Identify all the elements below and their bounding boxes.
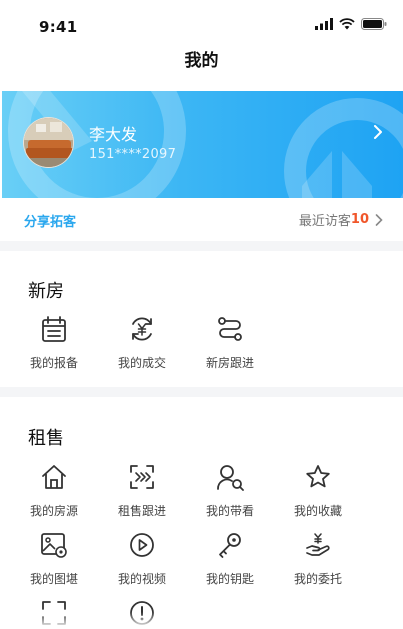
status-icons [315, 18, 387, 30]
grid-item-my-listings[interactable]: 我的房源 [10, 460, 98, 519]
chevron-right-icon[interactable] [373, 125, 383, 139]
wifi-icon [339, 18, 355, 30]
house-icon [42, 465, 66, 489]
share-row: 分享拓客 最近访客 10 [0, 198, 403, 240]
scan-forward-icon [130, 465, 154, 489]
grid-item-label: 我的带看 [205, 504, 254, 518]
signal-icon [315, 18, 333, 30]
grid-item-my-deals[interactable]: 我的成交 [98, 312, 186, 371]
chevron-right-icon [375, 213, 383, 226]
grid-item-label: 租售跟进 [117, 504, 166, 518]
share-button[interactable]: 分享拓客 [24, 211, 76, 230]
grid-item-my-entrusts[interactable]: 我的委托 [274, 528, 362, 587]
grid-item-my-keys[interactable]: 我的钥匙 [186, 528, 274, 587]
section-divider [0, 387, 403, 397]
visitors-count: 10 [350, 212, 369, 227]
avatar-photo-icon [24, 118, 73, 167]
status-bar: 9:41 [0, 0, 403, 44]
profile-banner[interactable]: 李大发 151****2097 [2, 91, 403, 198]
status-time: 9:41 [39, 18, 78, 36]
route-icon [218, 317, 242, 341]
grid-item-label: 我的报备 [29, 356, 78, 370]
play-icon [130, 533, 154, 557]
grid-item-label: 新房跟进 [205, 356, 254, 370]
grid-item-label: 我的收藏 [293, 504, 342, 518]
grid-item-label: 我的钥匙 [205, 572, 254, 586]
grid-item-label: 我的委托 [293, 572, 342, 586]
grid-item-my-viewings[interactable]: 我的带看 [186, 460, 274, 519]
recent-visitors-link[interactable]: 最近访客 10 [299, 210, 383, 229]
grid-item-label: 我的视频 [117, 572, 166, 586]
user-phone: 151****2097 [89, 147, 177, 162]
grid-item-my-videos[interactable]: 我的视频 [98, 528, 186, 587]
grid-item-my-reports[interactable]: 我的报备 [10, 312, 98, 371]
grid-item-label: 我的图堪 [29, 572, 78, 586]
hand-money-icon [306, 533, 330, 556]
grid-item-my-surveys[interactable]: 我的图堪 [10, 528, 98, 587]
grid-item-label: 我的成交 [117, 356, 166, 370]
page-title: 我的 [184, 51, 219, 71]
image-settings-icon [41, 533, 67, 558]
user-name: 李大发 [89, 125, 138, 144]
avatar[interactable] [23, 117, 74, 168]
visitors-label: 最近访客 [298, 214, 351, 229]
grid-item-label: 我的房源 [29, 504, 78, 518]
battery-icon [361, 18, 387, 30]
grid-item-my-favorites[interactable]: 我的收藏 [274, 460, 362, 519]
section-title-new-house: 新房 [28, 281, 64, 302]
user-view-icon [217, 465, 244, 491]
grid-item-new-house-followup[interactable]: 新房跟进 [186, 312, 274, 371]
section-title-rent-sale: 租售 [28, 428, 64, 449]
bottom-fade [0, 612, 403, 629]
star-icon [306, 465, 330, 488]
key-icon [219, 533, 241, 558]
calendar-icon [42, 316, 66, 342]
grid-item-rent-sale-followup[interactable]: 租售跟进 [98, 460, 186, 519]
yuan-cycle-icon [132, 317, 152, 341]
section-divider [0, 241, 403, 251]
